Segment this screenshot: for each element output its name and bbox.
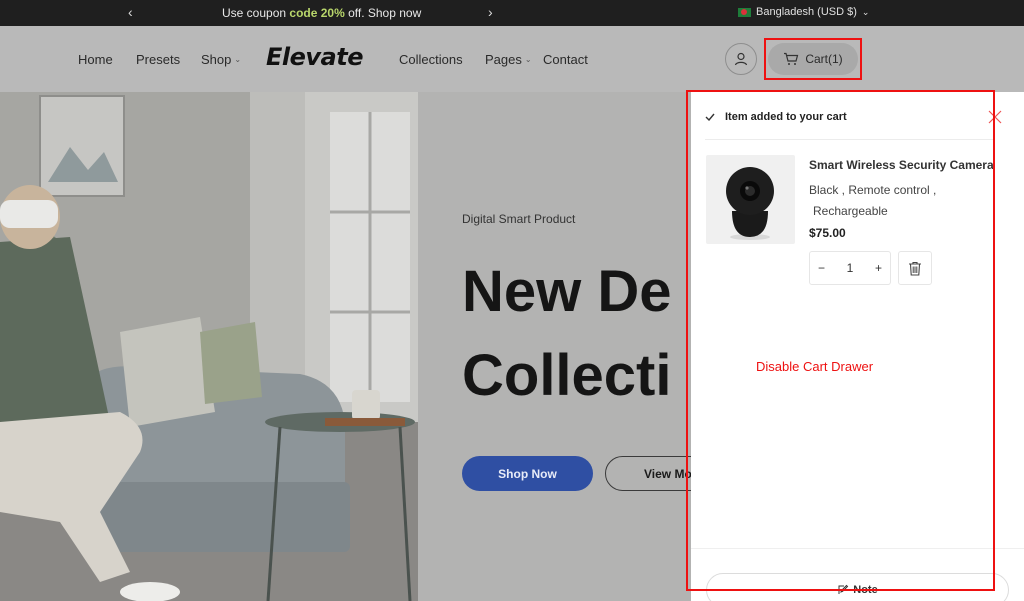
cart-drawer: Item added to your cart Smart Wireless S… (691, 92, 1024, 601)
announcement-message[interactable]: Use coupon code 20% off. Shop now (222, 6, 421, 20)
product-options-line-1: Black , Remote control , (809, 183, 937, 197)
hero-title-line-2: Collecti (462, 343, 672, 408)
region-label: Bangladesh (USD $) (756, 6, 857, 18)
nav-pages[interactable]: Pages ⌄ (485, 52, 532, 67)
product-image[interactable] (706, 155, 795, 244)
account-button[interactable] (725, 43, 757, 75)
decrease-quantity-button[interactable]: − (818, 261, 825, 275)
chevron-down-icon: ⌄ (234, 55, 242, 64)
site-header: Home Presets Shop ⌄ Elevate Collections P… (0, 26, 1024, 92)
hero-title: New De Collecti (462, 250, 672, 418)
announcement-bar: ‹ Use coupon code 20% off. Shop now › Ba… (0, 0, 1024, 26)
nav-contact[interactable]: Contact (543, 52, 588, 67)
note-label: Note (853, 584, 878, 596)
nav-home[interactable]: Home (78, 52, 113, 67)
coupon-code: code 20% (289, 6, 345, 20)
product-options-line-2: Rechargeable (813, 204, 888, 218)
product-price: $75.00 (809, 226, 846, 240)
trash-icon (909, 261, 921, 276)
quantity-stepper: − 1 + (809, 251, 891, 285)
logo-wordmark: Elevate (266, 43, 364, 71)
increase-quantity-button[interactable]: + (875, 261, 882, 275)
svg-text:Elevate: Elevate (266, 43, 363, 71)
shop-now-button[interactable]: Shop Now (462, 456, 593, 491)
close-icon[interactable] (988, 110, 1002, 124)
cart-label: Cart(1) (805, 52, 843, 66)
product-name[interactable]: Smart Wireless Security Camera (809, 158, 994, 172)
chevron-left-icon[interactable]: ‹ (128, 4, 133, 20)
user-icon (734, 52, 748, 66)
chevron-down-icon: ⌄ (861, 6, 870, 17)
note-button[interactable]: Note (706, 573, 1009, 601)
region-selector[interactable]: Bangladesh (USD $) ⌄ (738, 6, 869, 18)
site-logo[interactable]: Elevate (266, 42, 366, 79)
remove-item-button[interactable] (898, 251, 932, 285)
annotation-label: Disable Cart Drawer (756, 359, 874, 374)
nav-shop[interactable]: Shop ⌄ (201, 52, 241, 67)
nav-presets[interactable]: Presets (136, 52, 180, 67)
bangladesh-flag-icon (738, 7, 751, 17)
added-notice: Item added to your cart (705, 111, 847, 123)
added-message: Item added to your cart (725, 111, 847, 123)
hero-subtitle: Digital Smart Product (462, 212, 576, 226)
hero-title-line-1: New De (462, 259, 672, 324)
check-icon (705, 113, 715, 121)
security-camera-image (726, 167, 774, 240)
footer-divider (691, 548, 1024, 549)
hero-image (0, 92, 418, 601)
edit-icon (838, 584, 849, 594)
chevron-down-icon: ⌄ (524, 55, 532, 64)
product-options: Black , Remote control , Rechargeable (809, 180, 999, 222)
cart-icon (784, 52, 799, 65)
nav-collections[interactable]: Collections (399, 52, 463, 67)
divider (705, 139, 995, 140)
hero-photo-illustration (0, 92, 418, 601)
quantity-value[interactable]: 1 (847, 261, 854, 275)
chevron-right-icon[interactable]: › (488, 4, 493, 20)
cart-button[interactable]: Cart(1) (768, 43, 858, 75)
